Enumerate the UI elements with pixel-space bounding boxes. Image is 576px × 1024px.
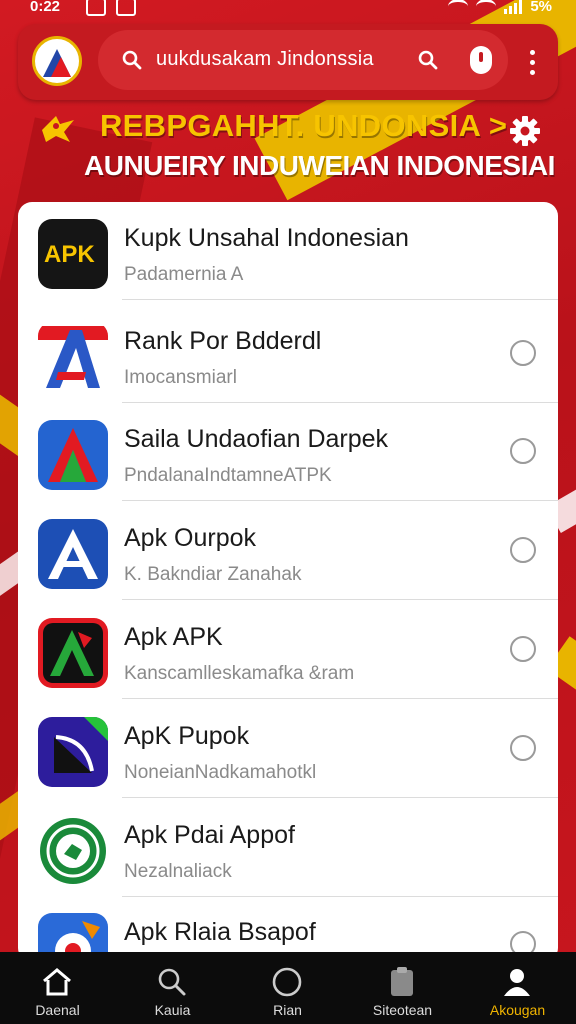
list-item[interactable]: APK Kupk Unsahal Indonesian Padamernia A: [18, 202, 558, 300]
app-logo[interactable]: [32, 36, 82, 86]
list-item[interactable]: Apk Pdai Appof Nezalnaliack: [18, 799, 558, 897]
app-subtitle: Padamernia A: [124, 264, 244, 285]
app-subtitle: PndalanaIndtamneATPK: [124, 465, 332, 486]
search-icon: [122, 50, 142, 70]
gear-icon[interactable]: [508, 114, 542, 148]
list-item[interactable]: Apk Ourpok K. Bakndiar Zanahak: [18, 502, 558, 600]
banner-subtitle: AUNUEIRY INDUWEIAN INDONESIAI: [84, 150, 555, 181]
nav-item-profile[interactable]: Akougan: [460, 952, 575, 1024]
circle-icon: [272, 967, 302, 997]
app-subtitle: Nezalnaliack: [124, 861, 232, 882]
seal-icon: [38, 816, 108, 886]
app-name: Apk Rlaia Bsapof: [124, 918, 316, 946]
nav-label: Siteotean: [372, 1002, 433, 1018]
flag-a-icon: [38, 322, 108, 392]
select-radio[interactable]: [510, 636, 536, 662]
nav-label: Rian: [273, 1002, 302, 1018]
profile-icon: [504, 969, 530, 996]
app-name: Apk APK: [124, 623, 223, 651]
nav-item-search[interactable]: Kauia: [115, 952, 230, 1024]
bird-icon: [42, 116, 74, 142]
list-item[interactable]: ApK Pupok NoneianNadkamahotkl: [18, 700, 558, 798]
notification-icon: [116, 0, 136, 16]
app-name: Saila Undaofian Darpek: [124, 425, 389, 453]
list-item[interactable]: Saila Undaofian Darpek PndalanaIndtamneA…: [18, 403, 558, 501]
apk-icon: APK: [38, 219, 108, 289]
mic-icon[interactable]: [470, 46, 492, 74]
select-radio[interactable]: [510, 735, 536, 761]
arrow-icon: [38, 717, 108, 787]
bottom-nav: Daenal Kauia Rian Siteotean Akougan: [0, 952, 576, 1024]
nav-item-circle[interactable]: Rian: [230, 952, 345, 1024]
nav-label: Akougan: [489, 1002, 546, 1018]
triangle-a-icon: [38, 420, 108, 490]
signal-icon: [504, 0, 523, 14]
app-name: Kupk Unsahal Indonesian: [124, 224, 409, 252]
list-item[interactable]: Rank Por Bdderdl Imocansmiarl: [18, 305, 558, 403]
app-list: APK Kupk Unsahal Indonesian Padamernia A…: [18, 202, 558, 962]
blue-a-icon: [38, 519, 108, 589]
black-a-icon: [38, 618, 108, 688]
app-subtitle: K. Bakndiar Zanahak: [124, 564, 302, 585]
clipboard-icon: [391, 967, 413, 996]
wifi-icon: [448, 0, 469, 14]
select-radio[interactable]: [510, 537, 536, 563]
select-radio[interactable]: [510, 340, 536, 366]
search-input[interactable]: uukdusakam Jindonssia: [98, 30, 508, 90]
top-search-bar: uukdusakam Jindonssia: [18, 24, 558, 100]
app-subtitle: NoneianNadkamahotkl: [124, 762, 317, 783]
list-item[interactable]: Apk APK Kanscamlleskamafka &ram: [18, 601, 558, 699]
app-subtitle: Imocansmiarl: [124, 367, 237, 388]
nav-item-clipboard[interactable]: Siteotean: [345, 952, 460, 1024]
app-subtitle: Kanscamlleskamafka &ram: [124, 663, 355, 684]
search-query: uukdusakam Jindonssia: [156, 48, 374, 70]
app-name: Apk Ourpok: [124, 524, 257, 552]
notification-icon: [86, 0, 106, 16]
search-icon: [158, 968, 186, 996]
nav-label: Daenal: [35, 1002, 80, 1018]
app-name: Rank Por Bdderdl: [124, 327, 322, 355]
nav-item-home[interactable]: Daenal: [0, 952, 115, 1024]
wifi-icon: [476, 0, 497, 14]
select-radio[interactable]: [510, 438, 536, 464]
banner-title: REBPGAHHT. UNDONSIA >: [100, 108, 508, 143]
home-icon: [43, 968, 71, 996]
search-icon[interactable]: [418, 50, 438, 70]
battery-level: 5%: [530, 0, 552, 15]
app-name: ApK Pupok: [124, 722, 250, 750]
app-name: Apk Pdai Appof: [124, 821, 295, 849]
more-menu-icon[interactable]: [530, 50, 536, 76]
status-time: 0:22: [30, 0, 61, 15]
status-bar: 0:22 5%: [0, 0, 576, 22]
nav-label: Kauia: [154, 1002, 191, 1018]
